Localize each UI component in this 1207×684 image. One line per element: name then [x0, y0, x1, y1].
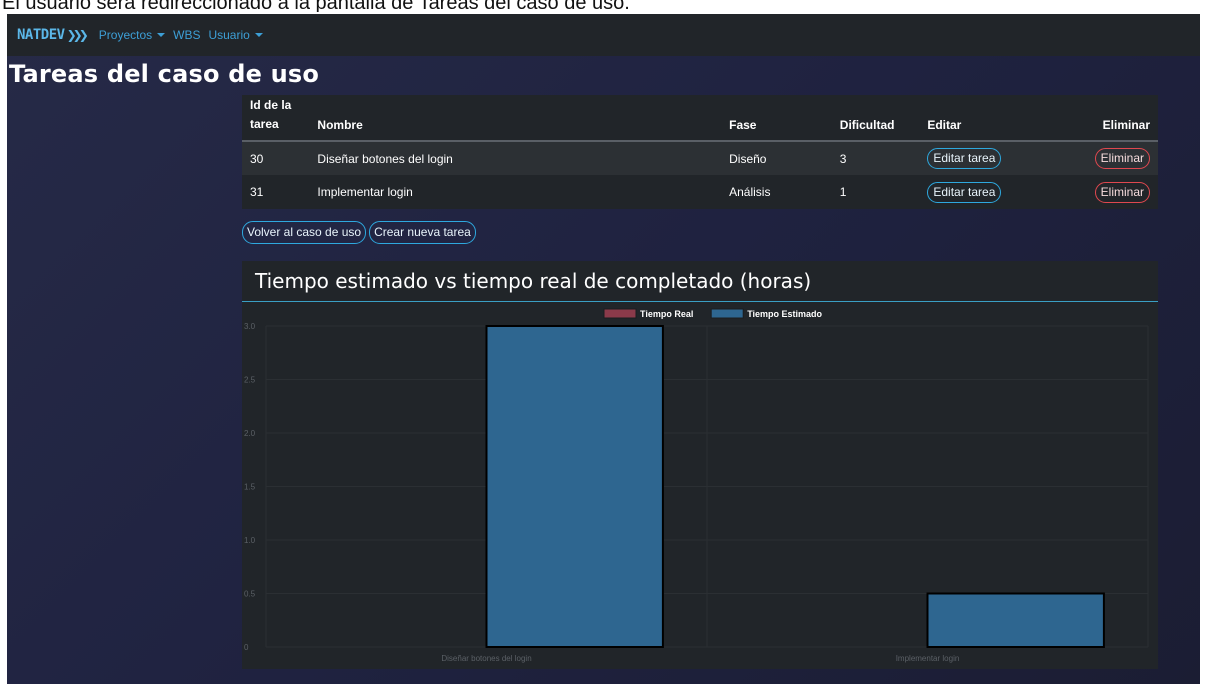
x-tick-label: Diseñar botones del login [441, 654, 531, 663]
edit-task-button[interactable]: Editar tarea [927, 181, 1002, 203]
nav-item-wbs[interactable]: WBS [173, 28, 200, 42]
legend-label: Tiempo Real [640, 309, 693, 319]
brand-arrows-icon: ❯❯❯ [66, 28, 89, 42]
cell-difficulty: 1 [831, 175, 920, 209]
back-to-use-case-button[interactable]: Volver al caso de uso [242, 221, 367, 244]
nav-item-proyectos[interactable]: Proyectos [98, 28, 166, 42]
caret-down-icon [157, 33, 166, 37]
column-header-edit: Editar [919, 95, 1087, 142]
brand-suffix: DEV [40, 27, 65, 43]
brand-logo[interactable]: NAT DEV ❯❯❯ [17, 27, 89, 43]
cell-id: 30 [242, 141, 310, 175]
y-tick-label: 0 [244, 643, 249, 652]
column-header-phase: Fase [721, 95, 832, 142]
x-tick-label: Implementar login [896, 654, 960, 663]
column-header-name: Nombre [309, 95, 722, 142]
table-header-row: Id de la tarea Nombre Fase Dificultad Ed… [242, 95, 1158, 142]
y-tick-label: 1.0 [244, 536, 256, 545]
cell-name: Diseñar botones del login [309, 141, 722, 175]
nav-item-label: Proyectos [98, 28, 153, 42]
chart-title: Tiempo estimado vs tiempo real de comple… [255, 269, 812, 293]
legend-swatch [710, 308, 744, 319]
tasks-table: Id de la tarea Nombre Fase Dificultad Ed… [242, 95, 1158, 209]
legend-swatch [603, 308, 637, 319]
page-title: Tareas del caso de uso [9, 60, 320, 88]
column-header-difficulty: Dificultad [831, 95, 920, 142]
edit-task-button[interactable]: Editar tarea [927, 148, 1002, 169]
y-tick-label: 0.5 [244, 590, 256, 599]
delete-task-button[interactable]: Eliminar [1094, 181, 1150, 203]
chart-card: Tiempo estimado vs tiempo real de comple… [242, 261, 1158, 669]
y-tick-label: 1.5 [244, 483, 256, 492]
bar-chart: Tiempo Real Tiempo Estimado 0 0.5 1.0 1.5 2.0 2… [244, 308, 1149, 663]
y-tick-label: 2.0 [244, 429, 256, 438]
cell-name: Implementar login [309, 175, 722, 209]
column-header-delete: Eliminar [1086, 95, 1158, 142]
app-window: NAT DEV ❯❯❯ Proyectos WBS Usuario Tareas … [7, 14, 1200, 684]
column-header-id: Id de la tarea [242, 95, 310, 142]
cell-phase: Diseño [721, 141, 832, 175]
cell-phase: Análisis [721, 175, 832, 209]
navbar: NAT DEV ❯❯❯ Proyectos WBS Usuario [7, 14, 1200, 56]
delete-task-button[interactable]: Eliminar [1094, 148, 1150, 169]
cell-edit: Editar tarea [919, 175, 1087, 209]
cell-delete: Eliminar [1086, 141, 1158, 175]
cell-id: 31 [242, 175, 310, 209]
action-buttons: Volver al caso de uso Crear nueva tarea [242, 221, 476, 244]
nav-item-label: Usuario [208, 28, 250, 42]
legend-label: Tiempo Estimado [747, 309, 822, 319]
create-task-button[interactable]: Crear nueva tarea [369, 221, 476, 244]
brand-prefix: NAT [17, 27, 41, 43]
nav-item-label: WBS [173, 28, 201, 42]
y-tick-label: 2.5 [244, 376, 256, 385]
y-tick-label: 3.0 [244, 322, 256, 331]
cell-edit: Editar tarea [919, 141, 1087, 175]
cell-delete: Eliminar [1086, 175, 1158, 209]
bar [485, 325, 664, 648]
nav-item-usuario[interactable]: Usuario [208, 28, 263, 42]
table-row: 30 Diseñar botones del login Diseño 3 Ed… [242, 141, 1158, 175]
bar [926, 592, 1105, 648]
caption-text: El usuario será redireccionado a la pant… [2, 0, 630, 12]
cell-difficulty: 3 [831, 141, 920, 175]
table-row: 31 Implementar login Análisis 1 Editar t… [242, 175, 1158, 209]
caret-down-icon [254, 33, 263, 37]
